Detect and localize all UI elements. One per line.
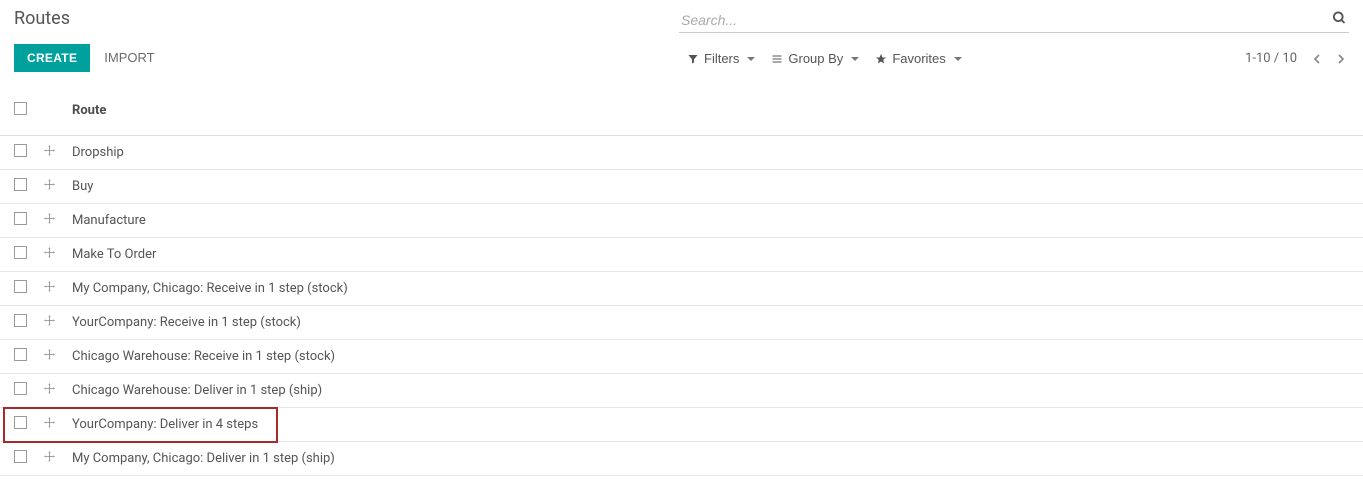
route-name: My Company, Chicago: Receive in 1 step (…	[72, 281, 348, 296]
star-icon	[875, 53, 887, 65]
table-row[interactable]: Manufacture	[0, 204, 1363, 238]
row-checkbox[interactable]	[14, 212, 27, 225]
route-name: Chicago Warehouse: Receive in 1 step (st…	[72, 349, 335, 364]
caret-down-icon	[954, 57, 962, 61]
chevron-right-icon[interactable]	[1333, 51, 1349, 67]
row-checkbox[interactable]	[14, 144, 27, 157]
row-checkbox[interactable]	[14, 178, 27, 191]
create-button[interactable]: CREATE	[14, 44, 90, 72]
favorites-label: Favorites	[892, 51, 945, 66]
routes-table: Route Dropship Buy Manufacture Make To O…	[0, 86, 1363, 476]
table-row[interactable]: Chicago Warehouse: Receive in 1 step (st…	[0, 340, 1363, 374]
page-title: Routes	[14, 8, 155, 29]
select-all-checkbox[interactable]	[14, 102, 27, 115]
import-button[interactable]: IMPORT	[104, 43, 154, 72]
list-icon	[771, 53, 783, 65]
row-checkbox[interactable]	[14, 280, 27, 293]
filters-button[interactable]: Filters	[679, 47, 763, 70]
filters-label: Filters	[704, 51, 739, 66]
drag-handle-icon[interactable]	[43, 348, 56, 361]
chevron-left-icon[interactable]	[1309, 51, 1325, 67]
route-name: Chicago Warehouse: Deliver in 1 step (sh…	[72, 383, 322, 398]
drag-handle-icon[interactable]	[43, 314, 56, 327]
search-input[interactable]	[679, 8, 1349, 32]
drag-handle-icon[interactable]	[43, 416, 56, 429]
drag-handle-icon[interactable]	[43, 144, 56, 157]
drag-handle-icon[interactable]	[43, 382, 56, 395]
table-row[interactable]: YourCompany: Deliver in 4 steps	[0, 408, 1363, 442]
row-checkbox[interactable]	[14, 416, 27, 429]
drag-handle-icon[interactable]	[43, 212, 56, 225]
route-name: YourCompany: Deliver in 4 steps	[72, 417, 258, 432]
drag-handle-icon[interactable]	[43, 246, 56, 259]
route-name: YourCompany: Receive in 1 step (stock)	[72, 315, 301, 330]
table-row[interactable]: YourCompany: Receive in 1 step (stock)	[0, 306, 1363, 340]
row-checkbox[interactable]	[14, 314, 27, 327]
groupby-label: Group By	[788, 51, 843, 66]
table-row[interactable]: Chicago Warehouse: Deliver in 1 step (sh…	[0, 374, 1363, 408]
table-row[interactable]: Dropship	[0, 136, 1363, 170]
pager-text: 1-10 / 10	[1245, 51, 1297, 66]
table-row[interactable]: My Company, Chicago: Receive in 1 step (…	[0, 272, 1363, 306]
route-name: Manufacture	[72, 213, 146, 228]
route-name: Make To Order	[72, 247, 156, 262]
table-row[interactable]: Buy	[0, 170, 1363, 204]
caret-down-icon	[747, 57, 755, 61]
favorites-button[interactable]: Favorites	[867, 47, 969, 70]
row-checkbox[interactable]	[14, 382, 27, 395]
route-name: My Company, Chicago: Deliver in 1 step (…	[72, 451, 335, 466]
drag-handle-icon[interactable]	[43, 450, 56, 463]
groupby-button[interactable]: Group By	[763, 47, 867, 70]
caret-down-icon	[851, 57, 859, 61]
row-checkbox[interactable]	[14, 246, 27, 259]
table-row[interactable]: Make To Order	[0, 238, 1363, 272]
search-icon[interactable]	[1332, 11, 1347, 30]
funnel-icon	[687, 53, 699, 65]
row-checkbox[interactable]	[14, 450, 27, 463]
drag-handle-icon[interactable]	[43, 280, 56, 293]
row-checkbox[interactable]	[14, 348, 27, 361]
table-row[interactable]: My Company, Chicago: Deliver in 1 step (…	[0, 442, 1363, 476]
drag-handle-icon[interactable]	[43, 178, 56, 191]
route-name: Dropship	[72, 145, 124, 160]
route-name: Buy	[72, 179, 93, 194]
column-header-route[interactable]: Route	[64, 86, 1363, 136]
